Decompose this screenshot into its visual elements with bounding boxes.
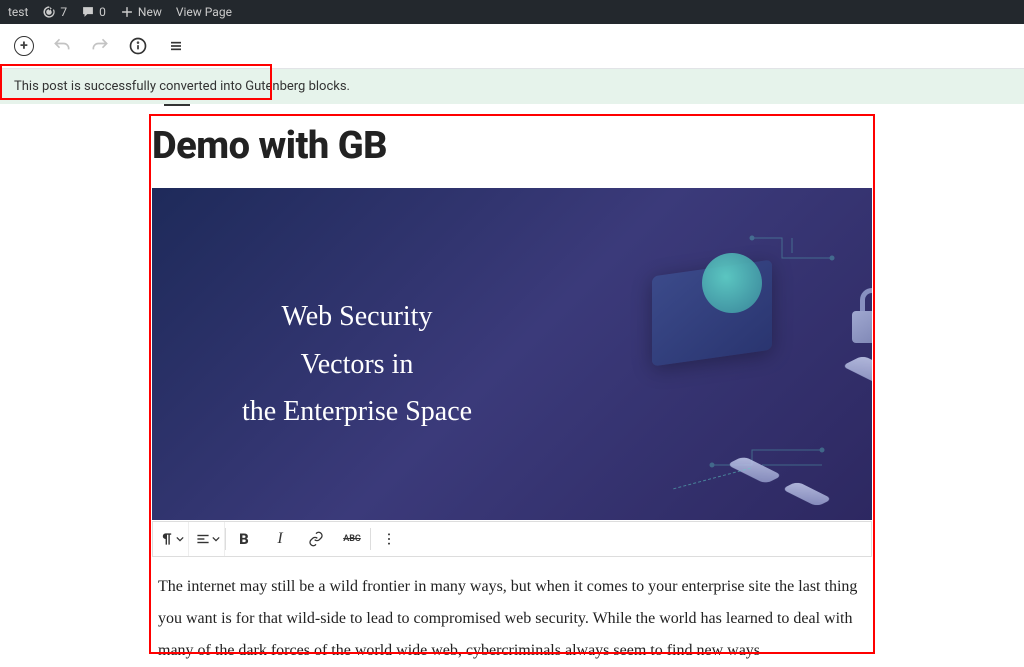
editor-toolbar: + bbox=[0, 24, 1024, 69]
notice-container: This post is successfully converted into… bbox=[0, 69, 1024, 104]
redo-button[interactable] bbox=[88, 34, 112, 58]
undo-icon bbox=[52, 36, 72, 56]
list-icon bbox=[166, 36, 186, 56]
platform-icon bbox=[842, 355, 872, 390]
site-name-link[interactable]: test bbox=[8, 5, 28, 19]
updates-count: 7 bbox=[60, 5, 67, 19]
comments-link[interactable]: 0 bbox=[81, 5, 106, 19]
block-type-button[interactable] bbox=[153, 522, 189, 556]
notice-message: This post is successfully converted into… bbox=[14, 79, 350, 94]
circuit-decoration-icon bbox=[702, 440, 842, 490]
paragraph-block[interactable]: The internet may still be a wild frontie… bbox=[152, 557, 872, 667]
comment-icon bbox=[81, 5, 95, 19]
success-notice: This post is successfully converted into… bbox=[0, 69, 1024, 104]
padlock-icon bbox=[852, 288, 872, 343]
new-content-link[interactable]: New bbox=[120, 5, 162, 19]
abc-label: ABC bbox=[343, 534, 361, 544]
image-text-line3: the Enterprise Space bbox=[202, 388, 512, 436]
strikethrough-button[interactable]: ABC bbox=[334, 522, 370, 556]
view-page-link[interactable]: View Page bbox=[176, 5, 232, 19]
image-overlay-text: Web Security Vectors in the Enterprise S… bbox=[202, 293, 512, 436]
block-toolbar: B I ABC bbox=[152, 521, 872, 557]
italic-button[interactable]: I bbox=[262, 522, 298, 556]
updates-link[interactable]: 7 bbox=[42, 5, 67, 19]
caret-down-icon bbox=[212, 535, 220, 543]
info-button[interactable] bbox=[126, 34, 150, 58]
add-block-button[interactable]: + bbox=[12, 34, 36, 58]
link-icon bbox=[308, 531, 324, 547]
bold-button[interactable]: B bbox=[226, 522, 262, 556]
plus-circle-icon: + bbox=[14, 36, 34, 56]
robot-icon bbox=[702, 253, 762, 313]
comments-count: 0 bbox=[99, 5, 106, 19]
block-nav-button[interactable] bbox=[164, 34, 188, 58]
admin-bar: test 7 0 New View Page bbox=[0, 0, 1024, 24]
link-button[interactable] bbox=[298, 522, 334, 556]
redo-icon bbox=[90, 36, 110, 56]
post-title[interactable]: Demo with GB bbox=[152, 124, 872, 168]
image-text-line2: Vectors in bbox=[202, 341, 512, 389]
site-name-text: test bbox=[8, 5, 28, 19]
excerpt-marker bbox=[164, 104, 190, 106]
caret-down-icon bbox=[176, 535, 184, 543]
align-left-icon bbox=[196, 532, 210, 546]
editor-canvas: Demo with GB Web Security Vectors in the… bbox=[0, 104, 1024, 667]
undo-button[interactable] bbox=[50, 34, 74, 58]
image-text-line1: Web Security bbox=[202, 293, 512, 341]
more-options-button[interactable] bbox=[371, 522, 407, 556]
image-block[interactable]: Web Security Vectors in the Enterprise S… bbox=[152, 188, 872, 520]
plus-icon bbox=[120, 5, 134, 19]
info-icon bbox=[128, 36, 148, 56]
image-illustration bbox=[472, 208, 852, 500]
refresh-icon bbox=[42, 5, 56, 19]
new-label: New bbox=[138, 5, 162, 19]
view-page-label: View Page bbox=[176, 5, 232, 19]
align-button[interactable] bbox=[189, 522, 225, 556]
content-area: Demo with GB Web Security Vectors in the… bbox=[152, 104, 872, 667]
paragraph-icon bbox=[160, 532, 174, 546]
more-vertical-icon bbox=[381, 531, 397, 547]
